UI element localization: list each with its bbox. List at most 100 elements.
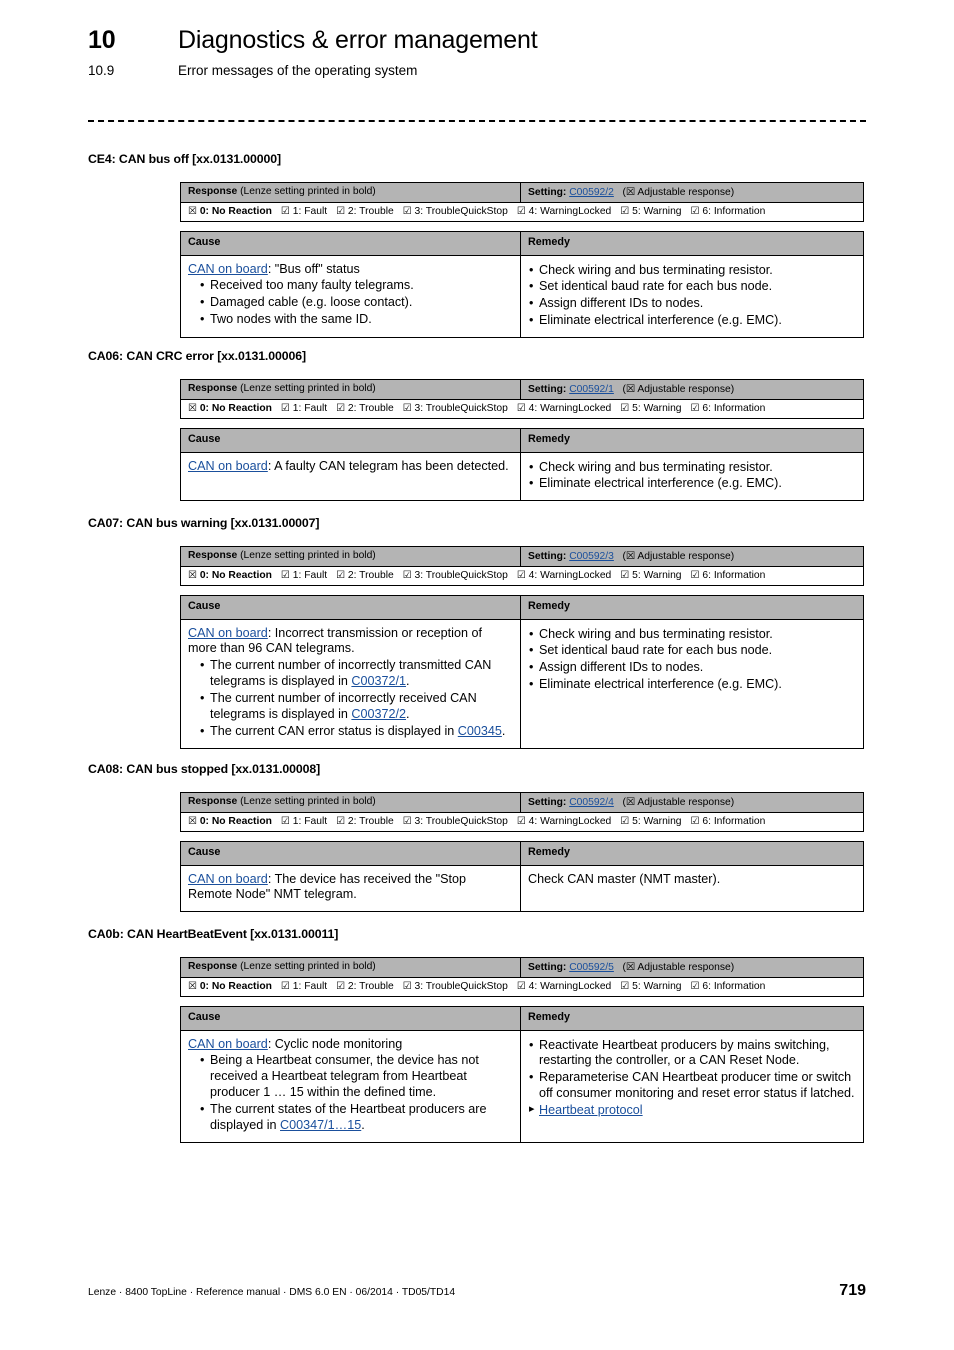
response-options-row: ☒ 0: No Reaction ☑ 1: Fault ☑ 2: Trouble ☑ … [181,813,863,831]
remedy-bullet: Set identical baud rate for each bus nod… [528,279,856,295]
response-option[interactable]: ☒ 0: No Reaction [188,570,272,581]
response-option[interactable]: ☑ 3: TroubleQuickStop [403,816,508,827]
response-option[interactable]: ☑ 1: Fault [281,816,327,827]
setting-parameter-link[interactable]: C00592/2 [569,187,614,198]
response-option[interactable]: ☑ 5: Warning [620,816,681,827]
remedy-bullet: Check wiring and bus terminating resisto… [528,627,856,643]
response-option[interactable]: ☑ 3: TroubleQuickStop [403,981,508,992]
cause-remedy-table: Cause Remedy CAN on board: Incorrect trans… [180,595,864,749]
footer-text: Lenze · 8400 TopLine · Reference manual … [88,1287,456,1298]
remedy-header: Remedy [528,846,571,858]
checkbox-crossed-icon: ☒ [188,816,197,827]
response-option[interactable]: ☑ 4: WarningLocked [517,816,611,827]
error-block: CA0b: CAN HeartBeatEvent [xx.0131.00011]… [88,927,866,1143]
cause-cell: CAN on board: "Bus off" status Received t… [181,255,521,338]
checkbox-crossed-icon: ☒ [188,570,197,581]
checkbox-checked-icon: ☑ [280,403,290,414]
can-on-board-link[interactable]: CAN on board [188,872,268,886]
response-table: Response (Lenze setting printed in bold)… [180,792,864,832]
response-option[interactable]: ☑ 4: WarningLocked [517,981,611,992]
remedy-bullet: Reparameterise CAN Heartbeat producer ti… [528,1070,856,1102]
response-option[interactable]: ☑ 6: Information [691,206,766,217]
response-option[interactable]: ☑ 5: Warning [620,206,681,217]
response-option[interactable]: ☑ 1: Fault [281,570,327,581]
remedy-bullet-list: Reactivate Heartbeat producers by mains … [528,1038,856,1102]
setting-parameter-link[interactable]: C00592/4 [569,797,614,808]
response-option[interactable]: ☒ 0: No Reaction [188,403,272,414]
response-option[interactable]: ☑ 5: Warning [620,403,681,414]
checkbox-checked-icon: ☑ [690,981,700,992]
can-on-board-link[interactable]: CAN on board [188,1037,268,1051]
response-option[interactable]: ☒ 0: No Reaction [188,981,272,992]
can-on-board-link[interactable]: CAN on board [188,262,268,276]
response-option[interactable]: ☑ 4: WarningLocked [517,570,611,581]
response-option[interactable]: ☑ 6: Information [691,403,766,414]
remedy-cell: Check wiring and bus terminating resisto… [521,620,863,748]
setting-parameter-link[interactable]: C00592/1 [569,384,614,395]
response-option[interactable]: ☑ 1: Fault [281,206,327,217]
cause-bullet: The current states of the Heartbeat prod… [199,1102,513,1134]
response-option[interactable]: ☑ 6: Information [691,816,766,827]
parameter-link[interactable]: C00347/1…15 [280,1118,361,1132]
response-option[interactable]: ☑ 2: Trouble [336,403,394,414]
cause-remedy-header-row: Cause Remedy [181,429,863,453]
response-label-cell: Response (Lenze setting printed in bold) [181,183,521,202]
cause-remedy-row: CAN on board: Incorrect transmission or … [181,619,863,748]
error-block-title: CA07: CAN bus warning [xx.0131.00007] [88,516,320,530]
setting-cell: Setting: C00592/5 (☒ Adjustable response… [528,962,735,973]
cause-bullet: Being a Heartbeat consumer, the device h… [199,1053,513,1101]
remedy-header: Remedy [528,433,571,445]
remedy-bullet: Check wiring and bus terminating resisto… [528,460,856,476]
response-option[interactable]: ☑ 3: TroubleQuickStop [403,403,508,414]
response-option[interactable]: ☑ 4: WarningLocked [517,403,611,414]
cause-intro: CAN on board: A faulty CAN telegram has … [188,458,509,473]
checkbox-checked-icon: ☑ [690,816,700,827]
cause-remedy-header-row: Cause Remedy [181,842,863,866]
response-label-cell: Response (Lenze setting printed in bold) [181,793,521,812]
can-on-board-link[interactable]: CAN on board [188,626,268,640]
response-option[interactable]: ☑ 2: Trouble [336,206,394,217]
remedy-cell: Reactivate Heartbeat producers by mains … [521,1031,863,1142]
response-table: Response (Lenze setting printed in bold)… [180,957,864,997]
response-option[interactable]: ☒ 0: No Reaction [188,816,272,827]
parameter-link[interactable]: C00372/2 [351,707,406,721]
response-option[interactable]: ☑ 6: Information [691,981,766,992]
error-block: CA07: CAN bus warning [xx.0131.00007] Res… [88,516,866,749]
cause-remedy-header-row: Cause Remedy [181,232,863,256]
response-options-row: ☒ 0: No Reaction ☑ 1: Fault ☑ 2: Trouble ☑ … [181,400,863,418]
response-option[interactable]: ☑ 2: Trouble [336,981,394,992]
remedy-bullet-list: Check wiring and bus terminating resisto… [528,460,856,493]
parameter-link[interactable]: C00372/1 [351,674,406,688]
response-option[interactable]: ☑ 3: TroubleQuickStop [403,570,508,581]
response-option[interactable]: ☑ 3: TroubleQuickStop [403,206,508,217]
can-on-board-link[interactable]: CAN on board [188,459,268,473]
error-block-title: CA06: CAN CRC error [xx.0131.00006] [88,349,306,363]
response-option[interactable]: ☑ 5: Warning [620,981,681,992]
checkbox-checked-icon: ☑ [336,816,346,827]
cause-header: Cause [181,842,521,865]
response-option[interactable]: ☑ 4: WarningLocked [517,206,611,217]
checkbox-crossed-icon: ☒ [188,403,197,414]
setting-parameter-link[interactable]: C00592/3 [569,551,614,562]
error-block: CE4: CAN bus off [xx.0131.00000] Response… [88,152,866,339]
response-option[interactable]: ☑ 1: Fault [281,403,327,414]
response-option[interactable]: ☑ 5: Warning [620,570,681,581]
response-option[interactable]: ☑ 2: Trouble [336,816,394,827]
response-label-cell: Response (Lenze setting printed in bold) [181,547,521,566]
section-heading: 10.9 Error messages of the operating sys… [88,63,878,78]
checkbox-checked-icon: ☑ [402,403,412,414]
response-option[interactable]: ☑ 2: Trouble [336,570,394,581]
checkbox-checked-icon: ☑ [402,206,412,217]
cause-intro: CAN on board: Incorrect transmission or … [188,625,482,656]
setting-parameter-link[interactable]: C00592/5 [569,962,614,973]
response-option[interactable]: ☑ 1: Fault [281,981,327,992]
heartbeat-protocol-link[interactable]: Heartbeat protocol [539,1103,643,1117]
response-option[interactable]: ☒ 0: No Reaction [188,206,272,217]
checkbox-checked-icon: ☑ [620,570,630,581]
checkbox-checked-icon: ☑ [620,816,630,827]
parameter-link[interactable]: C00345 [458,724,502,738]
checkbox-checked-icon: ☑ [336,981,346,992]
response-option[interactable]: ☑ 6: Information [691,570,766,581]
error-block-title: CA0b: CAN HeartBeatEvent [xx.0131.00011] [88,927,339,941]
remedy-header: Remedy [528,600,571,612]
